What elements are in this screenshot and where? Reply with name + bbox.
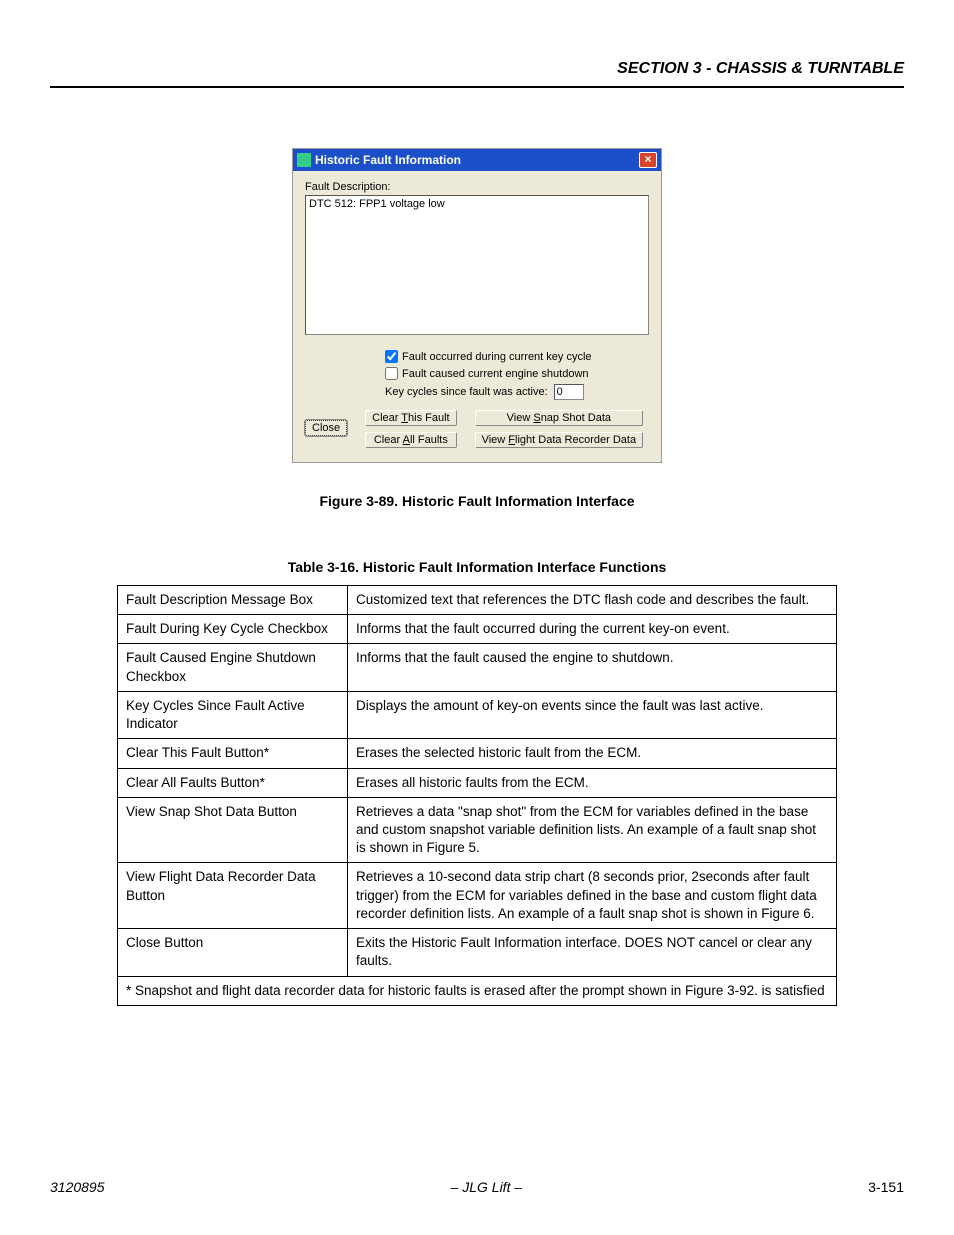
key-cycles-label: Key cycles since fault was active: (385, 386, 548, 398)
function-desc-cell: Exits the Historic Fault Information int… (348, 929, 837, 976)
key-cycle-checkbox-label: Fault occurred during current key cycle (402, 351, 592, 363)
historic-fault-dialog: Historic Fault Information × Fault Descr… (292, 148, 662, 463)
view-snap-shot-button[interactable]: View Snap Shot Data (475, 410, 644, 426)
close-button[interactable]: Close (305, 420, 347, 436)
function-name-cell: Close Button (118, 929, 348, 976)
functions-table: Fault Description Message BoxCustomized … (117, 585, 837, 1006)
table-row: Close ButtonExits the Historic Fault Inf… (118, 929, 837, 976)
page-footer: 3120895 – JLG Lift – 3-151 (50, 1179, 904, 1195)
table-row: Clear This Fault Button*Erases the selec… (118, 739, 837, 768)
engine-shutdown-checkbox-label: Fault caused current engine shutdown (402, 368, 589, 380)
dialog-titlebar: Historic Fault Information × (293, 149, 661, 171)
table-caption: Table 3-16. Historic Fault Information I… (50, 559, 904, 575)
footer-pagenum: 3-151 (868, 1179, 904, 1195)
function-name-cell: Clear This Fault Button* (118, 739, 348, 768)
key-cycles-input[interactable] (554, 384, 584, 400)
table-row: Fault During Key Cycle CheckboxInforms t… (118, 615, 837, 644)
function-desc-cell: Displays the amount of key-on events sin… (348, 691, 837, 738)
engine-shutdown-checkbox[interactable] (385, 367, 398, 380)
clear-this-fault-button[interactable]: Clear This Fault (365, 410, 456, 426)
close-icon[interactable]: × (639, 152, 657, 168)
view-flight-data-button[interactable]: View Flight Data Recorder Data (475, 432, 644, 448)
checkbox-area: Fault occurred during current key cycle … (385, 350, 649, 400)
table-row: Clear All Faults Button*Erases all histo… (118, 768, 837, 797)
function-name-cell: Key Cycles Since Fault Active Indicator (118, 691, 348, 738)
key-cycle-checkbox[interactable] (385, 350, 398, 363)
function-desc-cell: Informs that the fault occurred during t… (348, 615, 837, 644)
function-name-cell: Fault During Key Cycle Checkbox (118, 615, 348, 644)
button-area: Close Clear This Fault Clear All Faults … (305, 410, 649, 448)
function-name-cell: Fault Caused Engine Shutdown Checkbox (118, 644, 348, 691)
function-desc-cell: Retrieves a 10-second data strip chart (… (348, 863, 837, 929)
table-footnote-row: * Snapshot and flight data recorder data… (118, 976, 837, 1005)
function-desc-cell: Customized text that references the DTC … (348, 586, 837, 615)
function-desc-cell: Retrieves a data "snap shot" from the EC… (348, 797, 837, 863)
table-footnote-cell: * Snapshot and flight data recorder data… (118, 976, 837, 1005)
figure-caption: Figure 3-89. Historic Fault Information … (50, 493, 904, 509)
fault-description-box[interactable]: DTC 512: FPP1 voltage low (305, 195, 649, 335)
footer-center: – JLG Lift – (451, 1179, 523, 1195)
app-icon (297, 153, 311, 167)
footer-docnum: 3120895 (50, 1179, 105, 1195)
fault-description-label: Fault Description: (305, 181, 649, 193)
function-name-cell: Clear All Faults Button* (118, 768, 348, 797)
clear-all-faults-button[interactable]: Clear All Faults (365, 432, 456, 448)
table-row: Fault Description Message BoxCustomized … (118, 586, 837, 615)
function-name-cell: View Flight Data Recorder Data Button (118, 863, 348, 929)
table-row: Key Cycles Since Fault Active IndicatorD… (118, 691, 837, 738)
table-row: View Flight Data Recorder Data ButtonRet… (118, 863, 837, 929)
function-desc-cell: Erases the selected historic fault from … (348, 739, 837, 768)
function-desc-cell: Erases all historic faults from the ECM. (348, 768, 837, 797)
section-header: SECTION 3 - CHASSIS & TURNTABLE (50, 60, 904, 88)
table-row: Fault Caused Engine Shutdown CheckboxInf… (118, 644, 837, 691)
function-name-cell: View Snap Shot Data Button (118, 797, 348, 863)
dialog-title: Historic Fault Information (315, 153, 639, 167)
dialog-body: Fault Description: DTC 512: FPP1 voltage… (293, 171, 661, 462)
function-name-cell: Fault Description Message Box (118, 586, 348, 615)
table-row: View Snap Shot Data ButtonRetrieves a da… (118, 797, 837, 863)
function-desc-cell: Informs that the fault caused the engine… (348, 644, 837, 691)
